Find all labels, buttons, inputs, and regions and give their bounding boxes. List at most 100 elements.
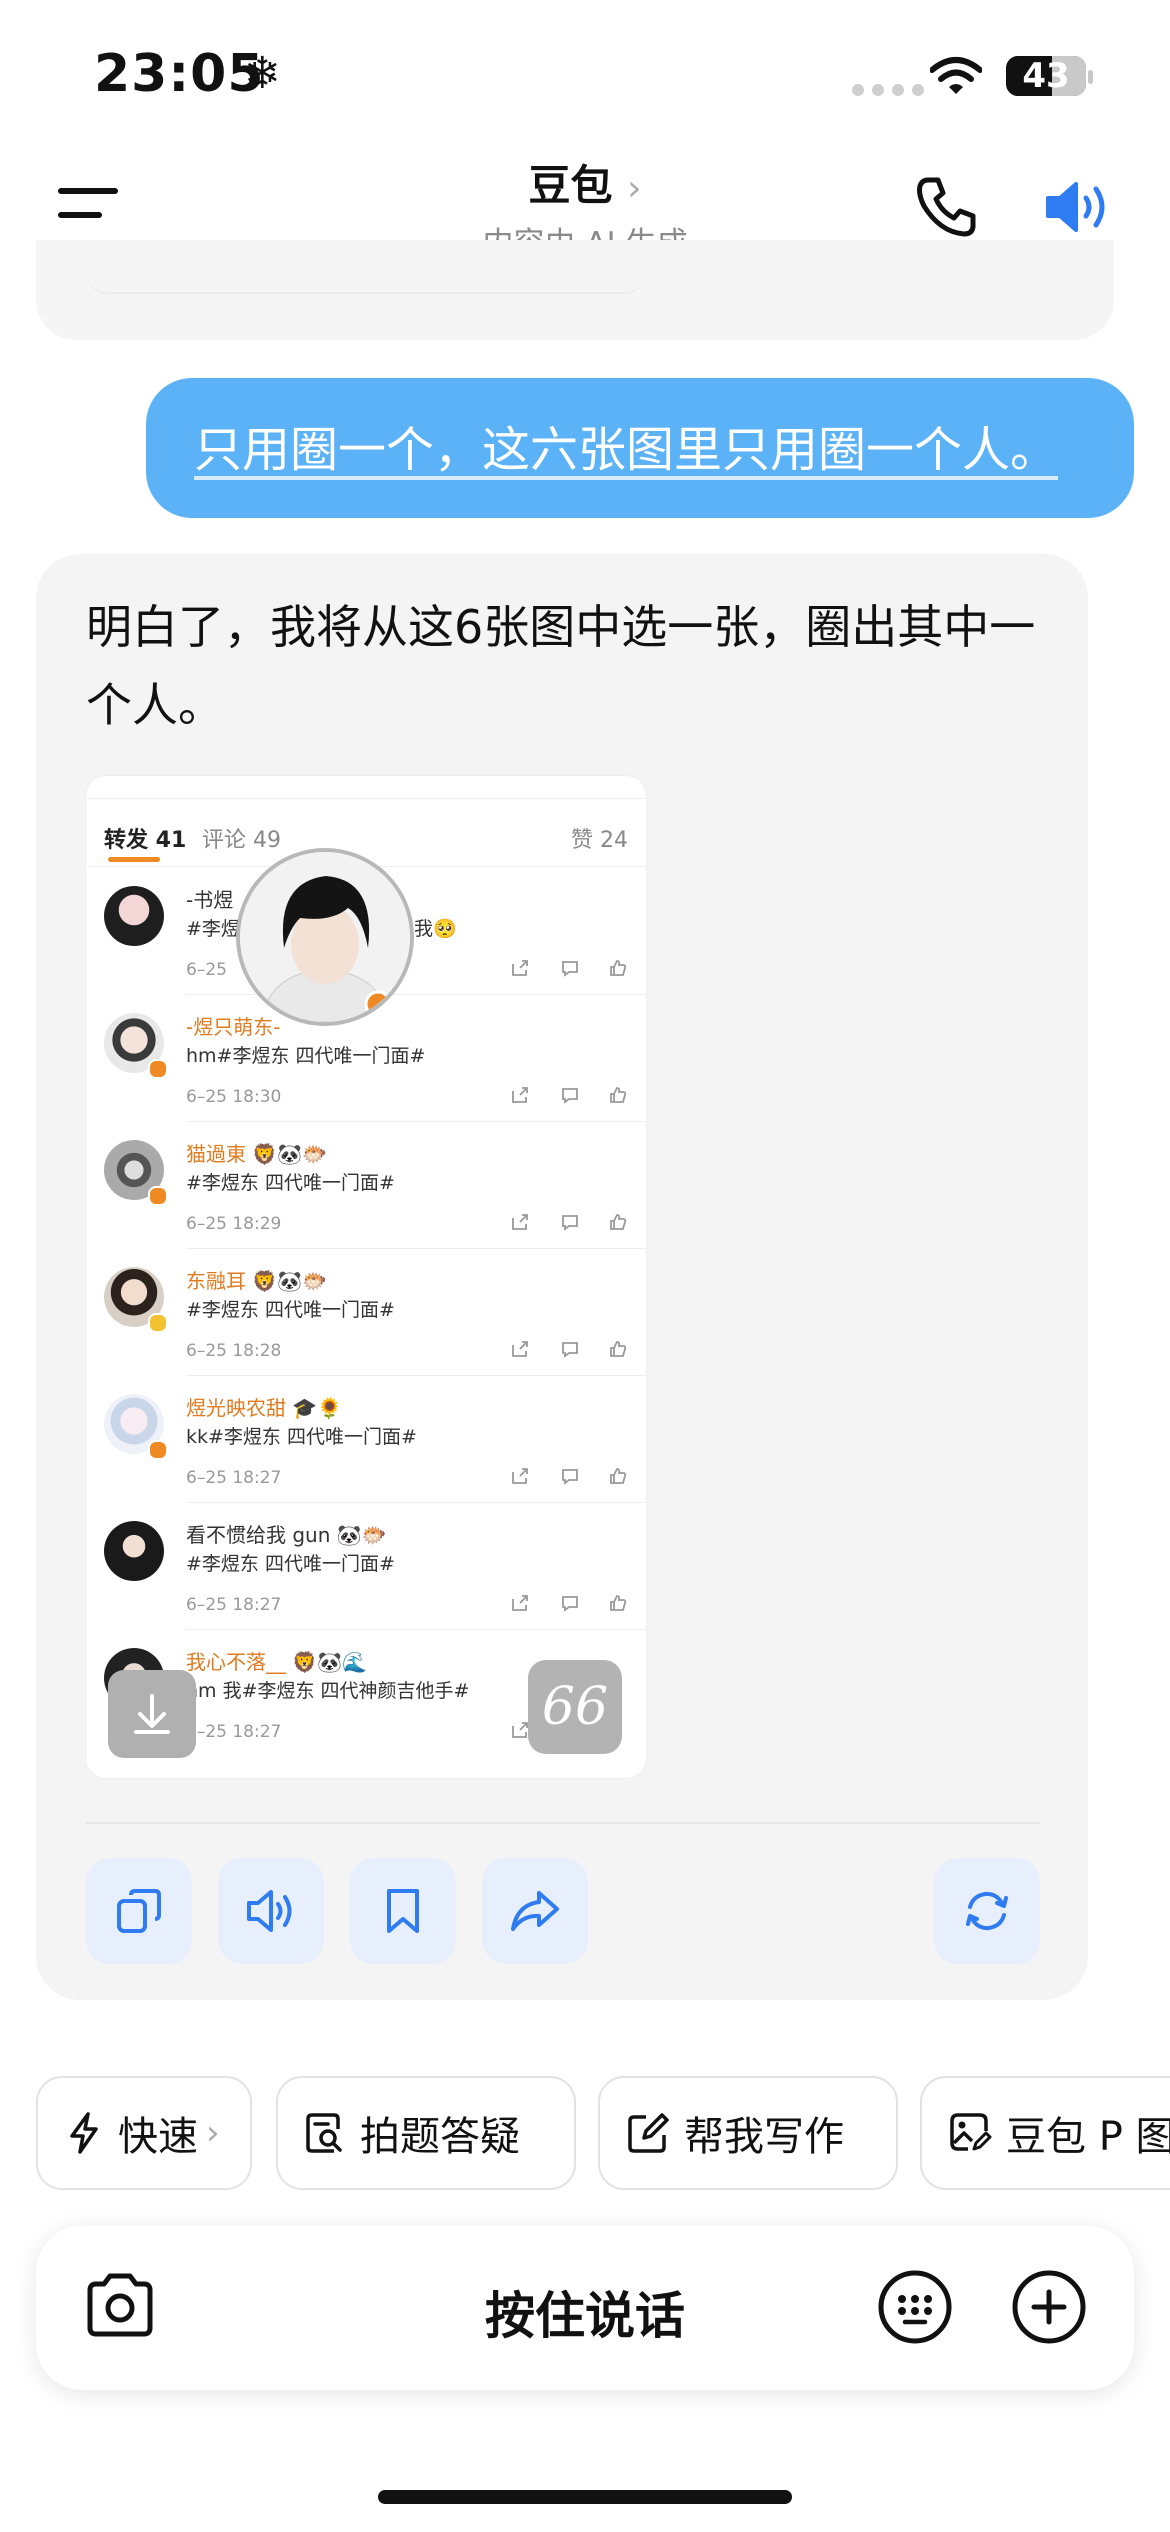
list-item: 东融耳 🦁🐼🐡 #李煜东 四代唯一门面# 6–25 18:28 (86, 1249, 646, 1376)
shortcut-photo-edit[interactable]: 豆包 P 图 (920, 2076, 1170, 2190)
share-icon (512, 1341, 528, 1357)
user-message-text: 只用圈一个，这六张图里只用圈一个人。 (194, 422, 1059, 478)
image-top-fragment (86, 776, 646, 799)
repost-content: #李煜 (186, 918, 240, 940)
repost-time: 6–25 18:27 (186, 1468, 282, 1488)
shortcut-fast[interactable]: 快速 › (36, 2076, 252, 2190)
chevron-right-icon: › (206, 2113, 220, 2153)
ai-message-text: 明白了，我将从这6张图中选一张，圈出其中一个人。 (86, 600, 1036, 732)
avatar (104, 886, 164, 946)
repost-content: hm#李煜东 四代唯一门面# (186, 1045, 426, 1067)
share-icon (512, 960, 528, 976)
tab-repost: 转发 41 (104, 828, 187, 853)
like-icon (610, 1468, 627, 1484)
tab-like: 赞 24 (571, 828, 628, 853)
circled-person-highlight (236, 848, 414, 1026)
like-icon (610, 960, 627, 976)
regenerate-button[interactable] (934, 1858, 1040, 1964)
share-arrow-icon (511, 1891, 559, 1931)
share-button[interactable] (482, 1858, 588, 1964)
chat-title[interactable]: 豆包 › (400, 152, 770, 213)
repost-time: 6–25 18:29 (186, 1214, 282, 1234)
repost-time: 6–25 (186, 960, 227, 980)
read-aloud-button[interactable] (218, 1858, 324, 1964)
user-name: -煜只萌东- (186, 1015, 281, 1039)
share-icon (512, 1722, 528, 1738)
verified-badge-icon (148, 1186, 168, 1206)
user-name: 我心不落__ 🦁🐼🌊 (186, 1650, 368, 1674)
speaker-icon (247, 1890, 292, 1932)
person-portrait (240, 852, 410, 1022)
repost-content: #李煜东 四代唯一门面# (186, 1172, 395, 1194)
user-name: -书煜 (186, 888, 234, 912)
list-item: 看不惯给我 gun 🐼🐡 #李煜东 四代唯一门面# 6–25 18:27 (86, 1503, 646, 1630)
share-icon (512, 1087, 528, 1103)
keyboard-icon[interactable] (876, 2268, 954, 2346)
repost-content: #李煜东 四代唯一门面# (186, 1553, 395, 1575)
like-icon (610, 1595, 627, 1611)
previous-image-edge (86, 272, 646, 294)
shortcut-photo-question[interactable]: 拍题答疑 (276, 2076, 576, 2190)
comment-icon (562, 961, 578, 977)
bookmark-icon (387, 1889, 419, 1933)
phone-icon[interactable] (916, 176, 976, 238)
repost-time: 6–25 18:28 (186, 1341, 282, 1361)
menu-icon[interactable] (58, 188, 122, 236)
speaker-icon[interactable] (1044, 178, 1114, 236)
like-icon (610, 1214, 627, 1230)
battery-level: 43 (1022, 56, 1070, 96)
copy-button[interactable] (86, 1858, 192, 1964)
home-indicator[interactable] (378, 2490, 792, 2504)
plus-icon[interactable] (1010, 2268, 1088, 2346)
refresh-icon (966, 1891, 1008, 1931)
verified-badge-icon (148, 1059, 168, 1079)
generated-image[interactable]: 转发 41 评论 49 赞 24 -书煜 #李煜 我🥺 6–25 -煜只萌东- … (86, 776, 646, 1778)
verified-badge-icon (148, 1440, 168, 1460)
user-name: 东融耳 🦁🐼🐡 (186, 1269, 328, 1293)
share-icon (512, 1214, 528, 1230)
comment-icon (562, 1596, 578, 1612)
message-divider (86, 1822, 1040, 1824)
like-icon (610, 1087, 627, 1103)
copy-icon (117, 1889, 161, 1933)
download-icon (134, 1694, 170, 1734)
quote-button[interactable]: 66 (528, 1660, 622, 1754)
tab-comment: 评论 49 (202, 828, 281, 853)
verified-badge-icon (148, 1313, 168, 1333)
shortcut-label: 拍题答疑 (360, 2114, 520, 2160)
active-tab-indicator (108, 857, 160, 862)
hold-to-talk-button[interactable]: 按住说话 (300, 2276, 870, 2348)
photo-search-icon (306, 2113, 342, 2153)
repost-time: 6–25 18:27 (186, 1595, 282, 1615)
repost-time: 6–25 18:27 (186, 1722, 282, 1742)
list-item: 猫過東 🦁🐼🐡 #李煜东 四代唯一门面# 6–25 18:29 (86, 1122, 646, 1249)
repost-content: hm 我#李煜东 四代神颜吉他手# (186, 1680, 470, 1702)
bookmark-button[interactable] (350, 1858, 456, 1964)
repost-content: kk#李煜东 四代唯一门面# (186, 1426, 417, 1448)
shortcut-label: 帮我写作 (684, 2114, 844, 2160)
user-name: 煜光映农甜 🎓🌻 (186, 1396, 343, 1420)
status-time: 23:05 (94, 44, 265, 104)
repost-content-tail: 我🥺 (414, 918, 457, 940)
comment-icon (562, 1215, 578, 1231)
edit-icon (628, 2113, 669, 2153)
shortcut-label: 豆包 P 图 (1006, 2114, 1170, 2160)
wifi-icon (930, 57, 982, 94)
avatar (104, 1521, 164, 1581)
user-name: 看不惯给我 gun 🐼🐡 (186, 1523, 387, 1547)
comment-icon (562, 1342, 578, 1358)
repost-content: #李煜东 四代唯一门面# (186, 1299, 395, 1321)
shortcut-label: 快速 (118, 2114, 198, 2160)
share-icon (512, 1468, 528, 1484)
title-chevron-icon: › (627, 168, 642, 209)
snowflake-icon: ❄ (244, 48, 281, 99)
camera-icon[interactable] (82, 2270, 158, 2342)
share-icon (512, 1595, 528, 1611)
battery-icon: 43 (1006, 56, 1086, 96)
image-edit-icon (950, 2113, 992, 2151)
repost-time: 6–25 18:30 (186, 1087, 282, 1107)
shortcut-writing[interactable]: 帮我写作 (598, 2076, 898, 2190)
download-button[interactable] (108, 1670, 196, 1758)
lightning-icon (70, 2112, 98, 2154)
battery-cap (1088, 70, 1093, 84)
